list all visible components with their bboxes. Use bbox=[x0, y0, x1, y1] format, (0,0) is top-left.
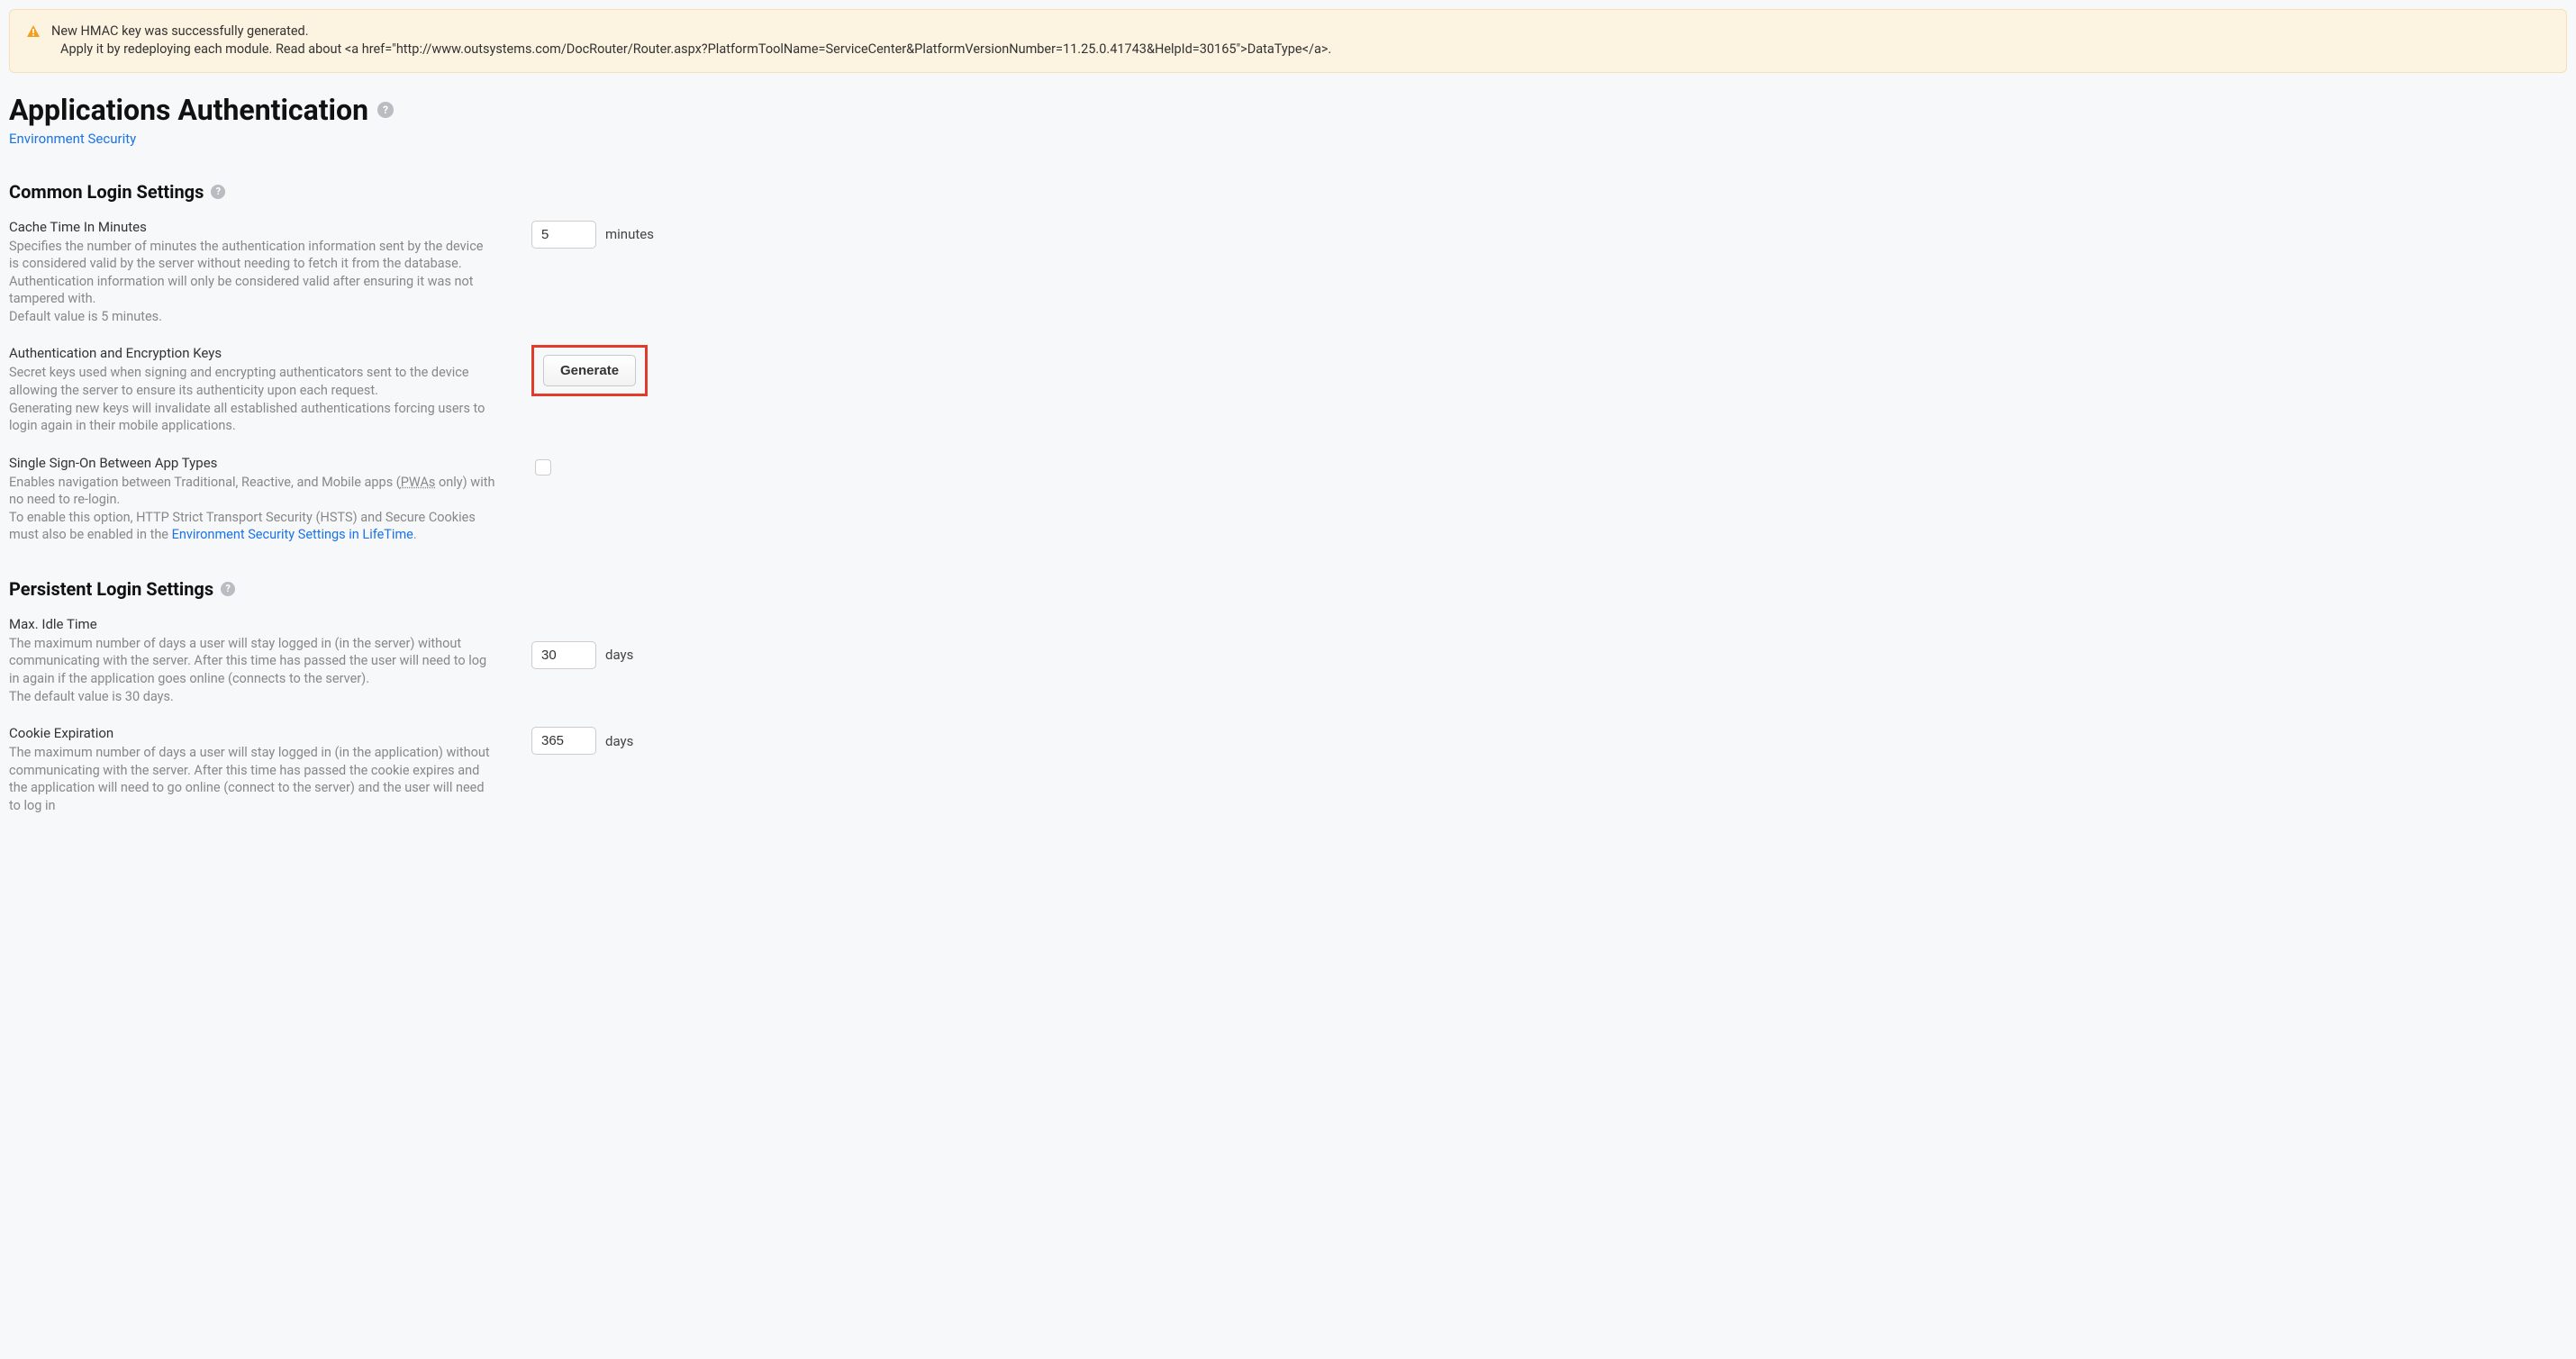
generate-highlight: Generate bbox=[531, 345, 648, 396]
cache-time-desc: Specifies the number of minutes the auth… bbox=[9, 238, 495, 326]
cache-time-input[interactable] bbox=[531, 221, 596, 249]
section-common-title-text: Common Login Settings bbox=[9, 181, 204, 203]
page-title: Applications Authentication ? bbox=[9, 93, 2567, 127]
section-persistent-title-text: Persistent Login Settings bbox=[9, 578, 213, 600]
cookie-exp-input[interactable] bbox=[531, 727, 596, 755]
help-icon[interactable]: ? bbox=[377, 102, 394, 118]
alert-banner: New HMAC key was successfully generated.… bbox=[9, 9, 2567, 73]
alert-line1: New HMAC key was successfully generated. bbox=[51, 23, 1331, 41]
sso-label: Single Sign-On Between App Types bbox=[9, 455, 495, 471]
sso-desc: Enables navigation between Traditional, … bbox=[9, 474, 495, 544]
row-max-idle: Max. Idle Time The maximum number of day… bbox=[9, 616, 2567, 705]
row-sso: Single Sign-On Between App Types Enables… bbox=[9, 455, 2567, 544]
warning-icon bbox=[26, 24, 41, 39]
cache-time-label: Cache Time In Minutes bbox=[9, 219, 495, 235]
section-common-title: Common Login Settings ? bbox=[9, 181, 2567, 203]
cache-time-unit: minutes bbox=[605, 226, 654, 242]
row-cookie-exp: Cookie Expiration The maximum number of … bbox=[9, 725, 2567, 814]
alert-line2: Apply it by redeploying each module. Rea… bbox=[51, 41, 1331, 59]
help-icon[interactable]: ? bbox=[221, 582, 235, 596]
row-auth-keys: Authentication and Encryption Keys Secre… bbox=[9, 345, 2567, 434]
lifetime-link[interactable]: Environment Security Settings in LifeTim… bbox=[172, 527, 413, 542]
generate-button[interactable]: Generate bbox=[543, 355, 636, 386]
sso-checkbox[interactable] bbox=[535, 459, 551, 476]
auth-keys-desc: Secret keys used when signing and encryp… bbox=[9, 364, 495, 434]
pwas-abbr: PWAs bbox=[401, 475, 436, 490]
cookie-exp-desc: The maximum number of days a user will s… bbox=[9, 744, 495, 814]
cookie-exp-label: Cookie Expiration bbox=[9, 725, 495, 741]
alert-text: New HMAC key was successfully generated.… bbox=[51, 23, 1331, 59]
page-title-text: Applications Authentication bbox=[9, 93, 368, 127]
cookie-exp-unit: days bbox=[605, 733, 633, 749]
row-cache-time: Cache Time In Minutes Specifies the numb… bbox=[9, 219, 2567, 326]
breadcrumb-link[interactable]: Environment Security bbox=[9, 131, 136, 147]
max-idle-input[interactable] bbox=[531, 641, 596, 669]
max-idle-label: Max. Idle Time bbox=[9, 616, 495, 632]
section-persistent-title: Persistent Login Settings ? bbox=[9, 578, 2567, 600]
auth-keys-label: Authentication and Encryption Keys bbox=[9, 345, 495, 361]
max-idle-unit: days bbox=[605, 647, 633, 663]
help-icon[interactable]: ? bbox=[211, 185, 225, 199]
max-idle-desc: The maximum number of days a user will s… bbox=[9, 635, 495, 705]
